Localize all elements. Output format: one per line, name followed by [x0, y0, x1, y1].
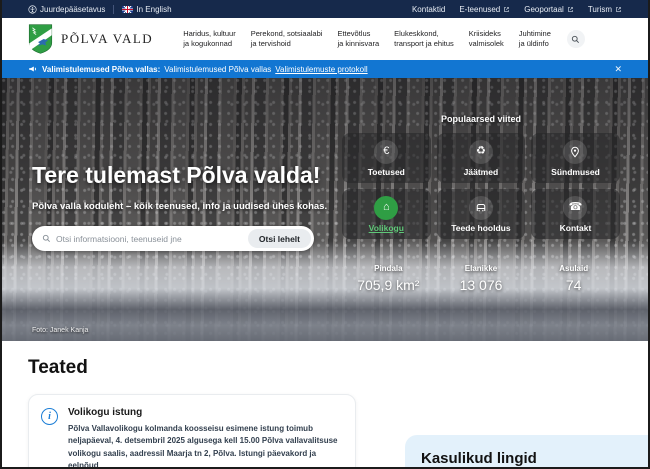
- map-pin-icon: [563, 140, 587, 164]
- euro-icon: €: [374, 140, 398, 164]
- topbar-link-geoportaal[interactable]: Geoportaal: [524, 5, 574, 14]
- hero-search-input[interactable]: [56, 234, 248, 244]
- nav-juhtimine[interactable]: Juhtimineja üldinfo: [519, 29, 551, 50]
- announcement-link[interactable]: Valimistulemuste protokoll: [275, 65, 367, 74]
- search-icon: [42, 234, 51, 243]
- accessibility-link[interactable]: Juurdepääsetavus: [28, 5, 105, 14]
- hero-search-button[interactable]: Otsi lehelt: [248, 229, 311, 248]
- hero-title: Tere tulemast Põlva valda!: [32, 162, 320, 189]
- nav-ettevotlus[interactable]: Ettevõtlusja kinnisvara: [337, 29, 379, 50]
- logo-title: PÕLVA VALD: [61, 31, 153, 47]
- photo-credit: Foto: Janek Kanja: [32, 327, 88, 334]
- search-icon: [571, 35, 580, 44]
- announcement-bar: Valimistulemused Põlva vallas: Valimistu…: [2, 60, 648, 78]
- topbar-link-kontaktid[interactable]: Kontaktid: [412, 5, 445, 14]
- announcement-label: Valimistulemused Põlva vallas:: [42, 65, 160, 74]
- hero-search-bar: Otsi lehelt: [32, 226, 314, 251]
- nav-haridus[interactable]: Haridus, kultuurja kogukonnad: [183, 29, 236, 50]
- top-utility-bar: Juurdepääsetavus In English Kontaktid E-…: [2, 0, 648, 18]
- language-switch[interactable]: In English: [122, 5, 171, 14]
- site-logo[interactable]: PÕLVA VALD: [28, 24, 153, 54]
- accessibility-label: Juurdepääsetavus: [40, 5, 105, 14]
- recycle-icon: ♻: [469, 140, 493, 164]
- tile-teede-hooldus[interactable]: Teede hooldus: [437, 189, 526, 239]
- site-header: PÕLVA VALD Haridus, kultuurja kogukonnad…: [2, 18, 648, 60]
- topbar-divider: [113, 5, 114, 14]
- megaphone-icon: [28, 64, 38, 74]
- external-link-icon: [503, 6, 510, 13]
- popular-links-title: Populaarsed viited: [342, 114, 620, 124]
- external-link-icon: [567, 6, 574, 13]
- accessibility-icon: [28, 5, 37, 14]
- phone-icon: ☎: [563, 196, 587, 220]
- hero-subtitle: Põlva valla koduleht – kõik teenused, in…: [32, 201, 327, 212]
- notice-text: Põlva Vallavolikogu kolmanda koosseisu e…: [68, 423, 341, 469]
- tile-volikogu[interactable]: ⌂ Volikogu: [342, 189, 431, 239]
- nav-kriisideks[interactable]: Kriisideksvalmisolek: [469, 29, 504, 50]
- uk-flag-icon: [122, 6, 133, 13]
- coat-of-arms-icon: [28, 24, 53, 54]
- topbar-link-eteenused[interactable]: E-teenused: [459, 5, 510, 14]
- popular-links: Populaarsed viited € Toetused ♻ Jäätmed …: [342, 114, 620, 239]
- stat-asulaid: Asulaid 74: [527, 264, 620, 293]
- close-icon[interactable]: ✕: [614, 64, 622, 75]
- tile-toetused[interactable]: € Toetused: [342, 133, 431, 183]
- truck-icon: [469, 196, 493, 220]
- nav-search-button[interactable]: [567, 30, 585, 48]
- language-label: In English: [136, 5, 171, 14]
- external-link-icon: [615, 6, 622, 13]
- tile-sundmused[interactable]: Sündmused: [531, 133, 620, 183]
- municipality-stats: Pindala 705,9 km² Elanikke 13 076 Asulai…: [342, 264, 620, 293]
- content-section: Teated i Volikogu istung Põlva Vallavoli…: [2, 341, 648, 469]
- tile-kontakt[interactable]: ☎ Kontakt: [531, 189, 620, 239]
- stat-pindala: Pindala 705,9 km²: [342, 264, 435, 293]
- notice-title: Volikogu istung: [68, 407, 341, 418]
- info-icon: i: [41, 408, 58, 425]
- page: Juurdepääsetavus In English Kontaktid E-…: [0, 0, 650, 469]
- tile-grid: € Toetused ♻ Jäätmed Sündmused ⌂ Volikog…: [342, 133, 620, 239]
- landmark-icon: ⌂: [374, 196, 398, 220]
- stat-elanikke: Elanikke 13 076: [435, 264, 528, 293]
- useful-links-panel: Kasulikud lingid: [405, 435, 650, 469]
- topbar-link-turism[interactable]: Turism: [588, 5, 622, 14]
- main-nav: Haridus, kultuurja kogukonnad Perekond, …: [183, 29, 551, 50]
- hero-section: Tere tulemast Põlva valda! Põlva valla k…: [2, 78, 648, 341]
- section-title-teated: Teated: [28, 357, 622, 379]
- nav-elukeskkond[interactable]: Elukeskkond,transport ja ehitus: [394, 29, 454, 50]
- tile-jaatmed[interactable]: ♻ Jäätmed: [437, 133, 526, 183]
- announcement-text: Valimistulemused Põlva vallas: [164, 65, 271, 74]
- useful-links-title: Kasulikud lingid: [421, 450, 650, 467]
- notice-card[interactable]: i Volikogu istung Põlva Vallavolikogu ko…: [28, 394, 356, 469]
- nav-perekond[interactable]: Perekond, sotsiaalabija tervishoid: [251, 29, 323, 50]
